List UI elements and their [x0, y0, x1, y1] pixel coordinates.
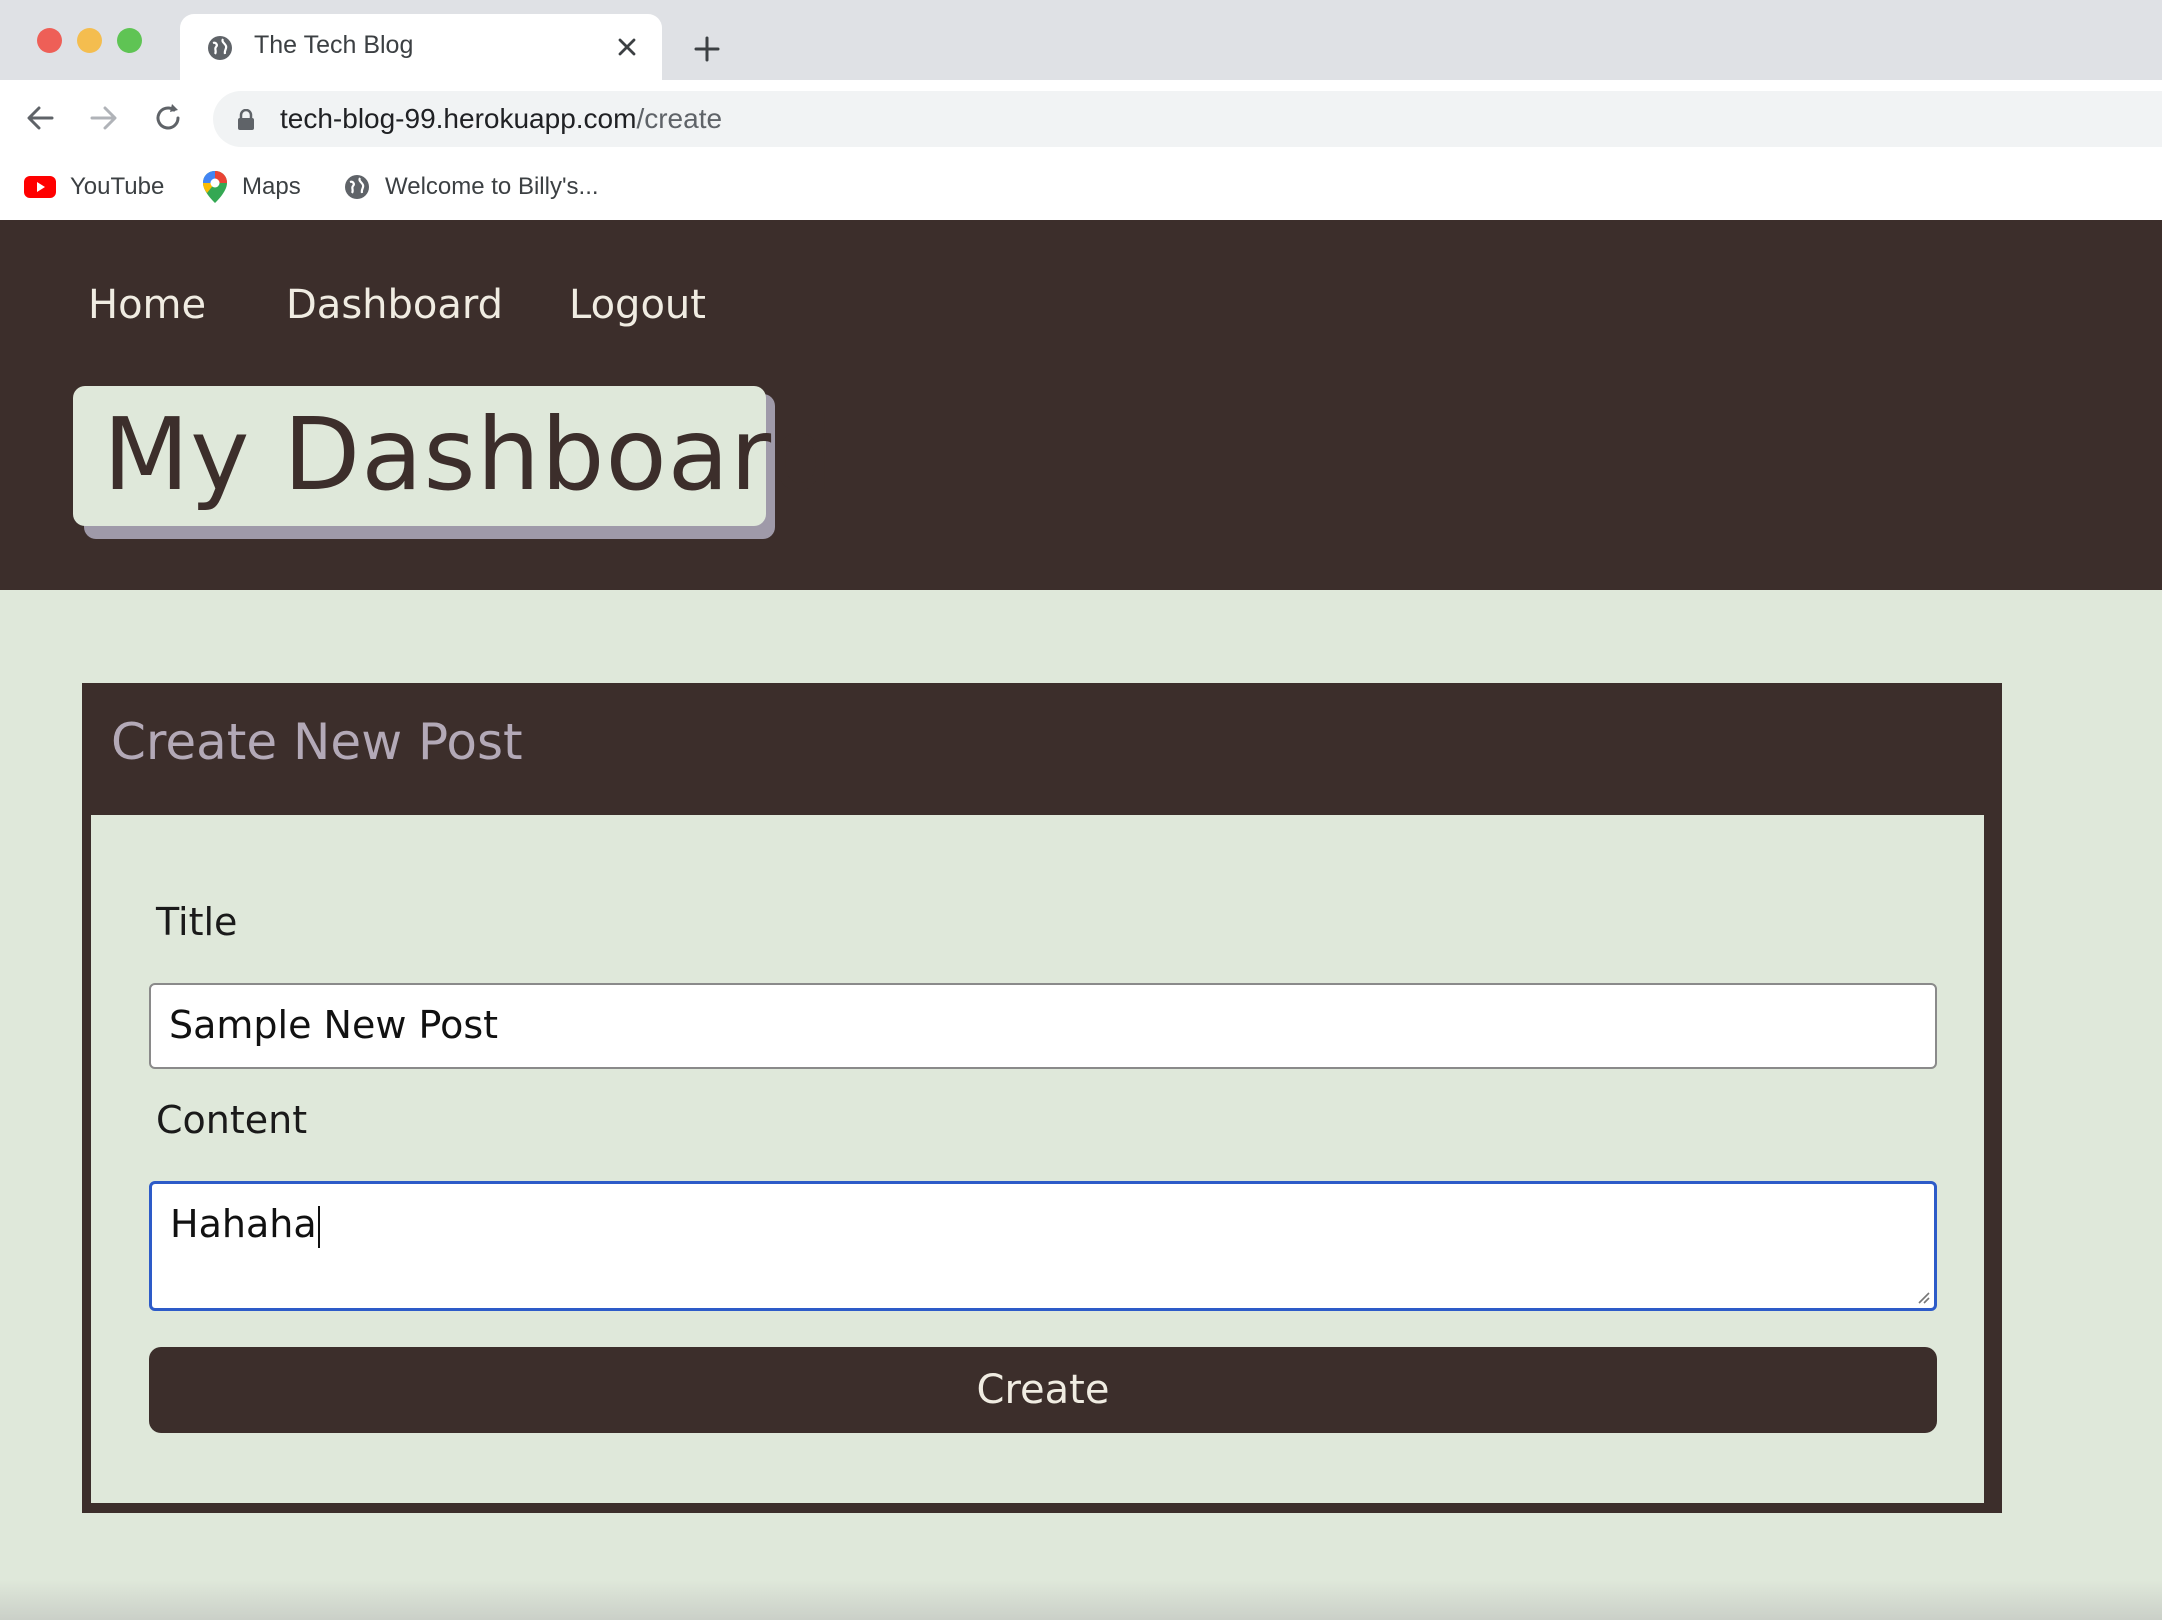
window-bottom-edge	[0, 1580, 2162, 1620]
create-button[interactable]: Create	[149, 1347, 1937, 1433]
bookmark-label: YouTube	[70, 173, 165, 200]
close-tab-icon[interactable]	[614, 34, 640, 60]
bookmark-label: Welcome to Billy's...	[385, 173, 599, 200]
page-title: My Dashboard	[103, 396, 835, 513]
bookmarks-bar: YouTube Maps Welcome to Billy's...	[0, 156, 2162, 220]
globe-icon	[345, 175, 369, 199]
create-post-form: Title Sample New Post Content Hahaha Cre…	[91, 815, 1984, 1503]
content-label: Content	[156, 1098, 308, 1142]
page-title-box: My Dashboard	[73, 386, 834, 526]
browser-toolbar: tech-blog-99.herokuapp.com/create	[0, 80, 2162, 156]
forward-arrow-icon[interactable]	[86, 100, 122, 136]
lock-icon	[238, 109, 254, 130]
url-path: /create	[636, 103, 723, 134]
globe-icon	[208, 36, 232, 60]
url-text: tech-blog-99.herokuapp.com/create	[280, 103, 722, 135]
address-bar[interactable]: tech-blog-99.herokuapp.com/create	[213, 91, 2162, 147]
maps-icon	[203, 171, 227, 203]
site-header: Home Dashboard Logout My Dashboard	[0, 220, 2162, 590]
new-tab-icon[interactable]	[690, 32, 724, 66]
minimize-window-button[interactable]	[77, 28, 102, 53]
title-input-value: Sample New Post	[169, 1003, 499, 1047]
back-arrow-icon[interactable]	[22, 100, 58, 136]
bookmark-label: Maps	[242, 173, 301, 200]
create-post-card: Create New Post Title Sample New Post Co…	[82, 683, 2002, 1513]
youtube-icon	[24, 176, 56, 198]
nav-dashboard-link[interactable]: Dashboard	[286, 282, 503, 328]
create-button-label: Create	[976, 1367, 1110, 1413]
bookmark-billys[interactable]: Welcome to Billy's...	[343, 170, 599, 204]
browser-tab[interactable]: The Tech Blog	[180, 14, 662, 80]
resize-handle-icon[interactable]	[1914, 1288, 1930, 1304]
tab-title: The Tech Blog	[254, 31, 414, 59]
title-label: Title	[156, 900, 238, 944]
text-caret	[317, 1205, 320, 1248]
close-window-button[interactable]	[37, 28, 62, 53]
maximize-window-button[interactable]	[117, 28, 142, 53]
bookmark-youtube[interactable]: YouTube	[24, 170, 164, 204]
card-heading: Create New Post	[111, 713, 523, 771]
url-host: tech-blog-99.herokuapp.com	[280, 103, 637, 134]
browser-tab-bar: The Tech Blog	[0, 0, 2162, 80]
bookmark-maps[interactable]: Maps	[202, 170, 301, 204]
content-textarea[interactable]: Hahaha	[149, 1181, 1937, 1311]
nav-logout-link[interactable]: Logout	[569, 282, 706, 328]
title-input[interactable]: Sample New Post	[149, 983, 1937, 1069]
nav-home-link[interactable]: Home	[88, 282, 206, 328]
reload-icon[interactable]	[150, 100, 186, 136]
content-textarea-value: Hahaha	[170, 1202, 317, 1246]
